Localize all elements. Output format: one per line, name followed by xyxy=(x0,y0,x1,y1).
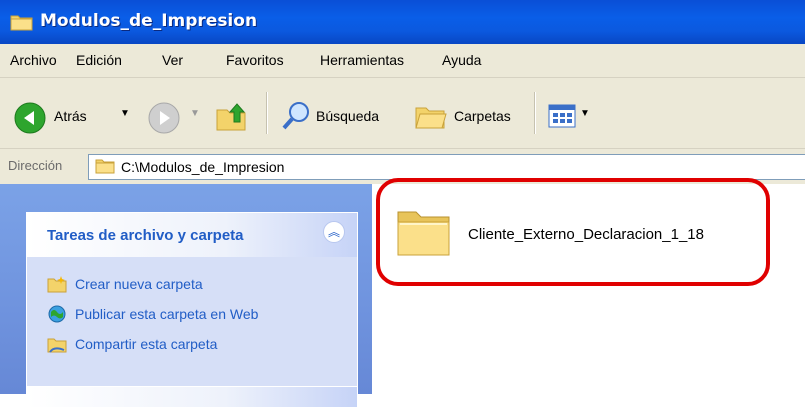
address-path[interactable]: C:\Modulos_de_Impresion xyxy=(121,159,284,175)
task-share-folder[interactable]: Compartir esta carpeta xyxy=(47,333,217,355)
menu-favoritos[interactable]: Favoritos xyxy=(226,52,284,68)
task-label[interactable]: Crear nueva carpeta xyxy=(75,276,203,292)
task-create-folder[interactable]: Crear nueva carpeta xyxy=(47,273,203,295)
toolbar-separator xyxy=(534,92,536,134)
highlight-annotation xyxy=(376,178,770,286)
up-folder-icon xyxy=(216,103,246,131)
task-label[interactable]: Compartir esta carpeta xyxy=(75,336,217,352)
forward-button[interactable] xyxy=(148,102,180,137)
back-button[interactable] xyxy=(14,102,46,137)
toolbar-separator xyxy=(266,92,268,134)
task-publish-web[interactable]: Publicar esta carpeta en Web xyxy=(47,303,258,325)
title-bar[interactable]: Modulos_de_Impresion xyxy=(0,0,805,44)
task-pane: Tareas de archivo y carpeta ︽ Crear nuev… xyxy=(0,184,372,408)
forward-dropdown-icon[interactable]: ▼ xyxy=(190,108,200,119)
secondary-tasks-panel[interactable] xyxy=(26,386,358,408)
address-label: Dirección xyxy=(8,158,63,173)
folders-label[interactable]: Carpetas xyxy=(454,108,511,124)
window-title: Modulos_de_Impresion xyxy=(40,11,258,31)
share-folder-icon xyxy=(47,338,67,353)
back-arrow-icon xyxy=(14,102,46,134)
tasks-panel-title[interactable]: Tareas de archivo y carpeta xyxy=(47,227,244,244)
menu-ver[interactable]: Ver xyxy=(162,52,183,68)
back-label[interactable]: Atrás xyxy=(54,108,87,124)
up-folder-button[interactable] xyxy=(214,100,248,137)
menu-bar: Archivo Edición Ver Favoritos Herramient… xyxy=(0,44,805,78)
address-field[interactable]: C:\Modulos_de_Impresion xyxy=(88,154,805,180)
back-dropdown-icon[interactable]: ▼ xyxy=(120,108,130,119)
tasks-panel-header[interactable]: Tareas de archivo y carpeta ︽ xyxy=(27,213,357,257)
collapse-chevron-icon[interactable]: ︽ xyxy=(323,221,345,243)
folders-button[interactable] xyxy=(414,100,448,135)
toolbar: Atrás ▼ ▼ Búsqueda Carpetas ▼ xyxy=(0,78,805,149)
folder-icon xyxy=(10,13,34,35)
menu-archivo[interactable]: Archivo xyxy=(10,52,57,68)
task-label[interactable]: Publicar esta carpeta en Web xyxy=(75,306,258,322)
search-label[interactable]: Búsqueda xyxy=(316,108,379,124)
file-folder-tasks-panel: Tareas de archivo y carpeta ︽ Crear nuev… xyxy=(26,212,358,390)
menu-edicion[interactable]: Edición xyxy=(76,52,122,68)
search-icon xyxy=(282,102,309,130)
folder-icon xyxy=(95,158,115,178)
new-folder-icon xyxy=(47,276,67,293)
search-button[interactable] xyxy=(280,100,312,135)
views-dropdown-icon[interactable]: ▼ xyxy=(580,108,590,119)
views-button[interactable] xyxy=(548,104,576,131)
menu-herramientas[interactable]: Herramientas xyxy=(320,52,404,68)
menu-ayuda[interactable]: Ayuda xyxy=(442,52,481,68)
forward-arrow-icon xyxy=(148,102,180,134)
folders-icon xyxy=(415,107,447,129)
views-icon xyxy=(548,104,576,128)
publish-web-icon xyxy=(48,305,66,323)
